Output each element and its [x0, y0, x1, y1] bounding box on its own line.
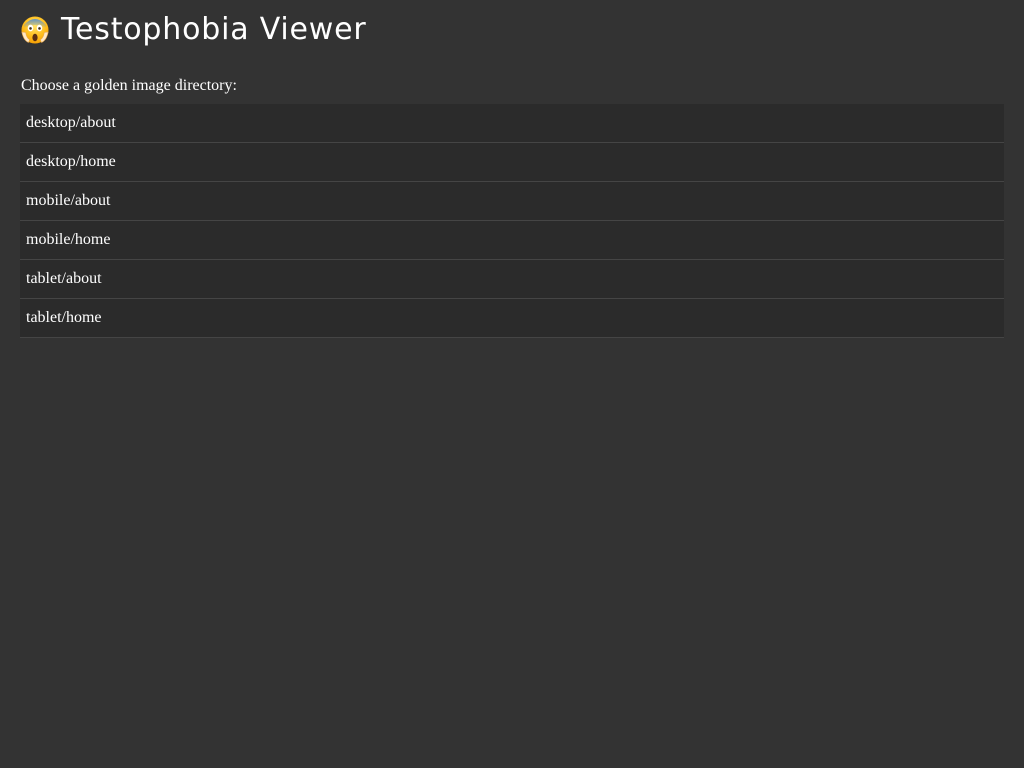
- screaming-face-icon: [20, 15, 50, 45]
- directory-item-desktop-about[interactable]: desktop/about: [20, 104, 1004, 143]
- directory-list: desktop/about desktop/home mobile/about …: [20, 104, 1004, 338]
- directory-item-mobile-home[interactable]: mobile/home: [20, 221, 1004, 260]
- app-header: Testophobia Viewer: [20, 0, 1004, 60]
- directory-item-tablet-home[interactable]: tablet/home: [20, 299, 1004, 338]
- app-title: Testophobia Viewer: [61, 12, 367, 47]
- directory-item-mobile-about[interactable]: mobile/about: [20, 182, 1004, 221]
- directory-item-desktop-home[interactable]: desktop/home: [20, 143, 1004, 182]
- directory-item-tablet-about[interactable]: tablet/about: [20, 260, 1004, 299]
- viewer-page: Testophobia Viewer Choose a golden image…: [0, 0, 1024, 768]
- directory-prompt: Choose a golden image directory:: [21, 77, 237, 94]
